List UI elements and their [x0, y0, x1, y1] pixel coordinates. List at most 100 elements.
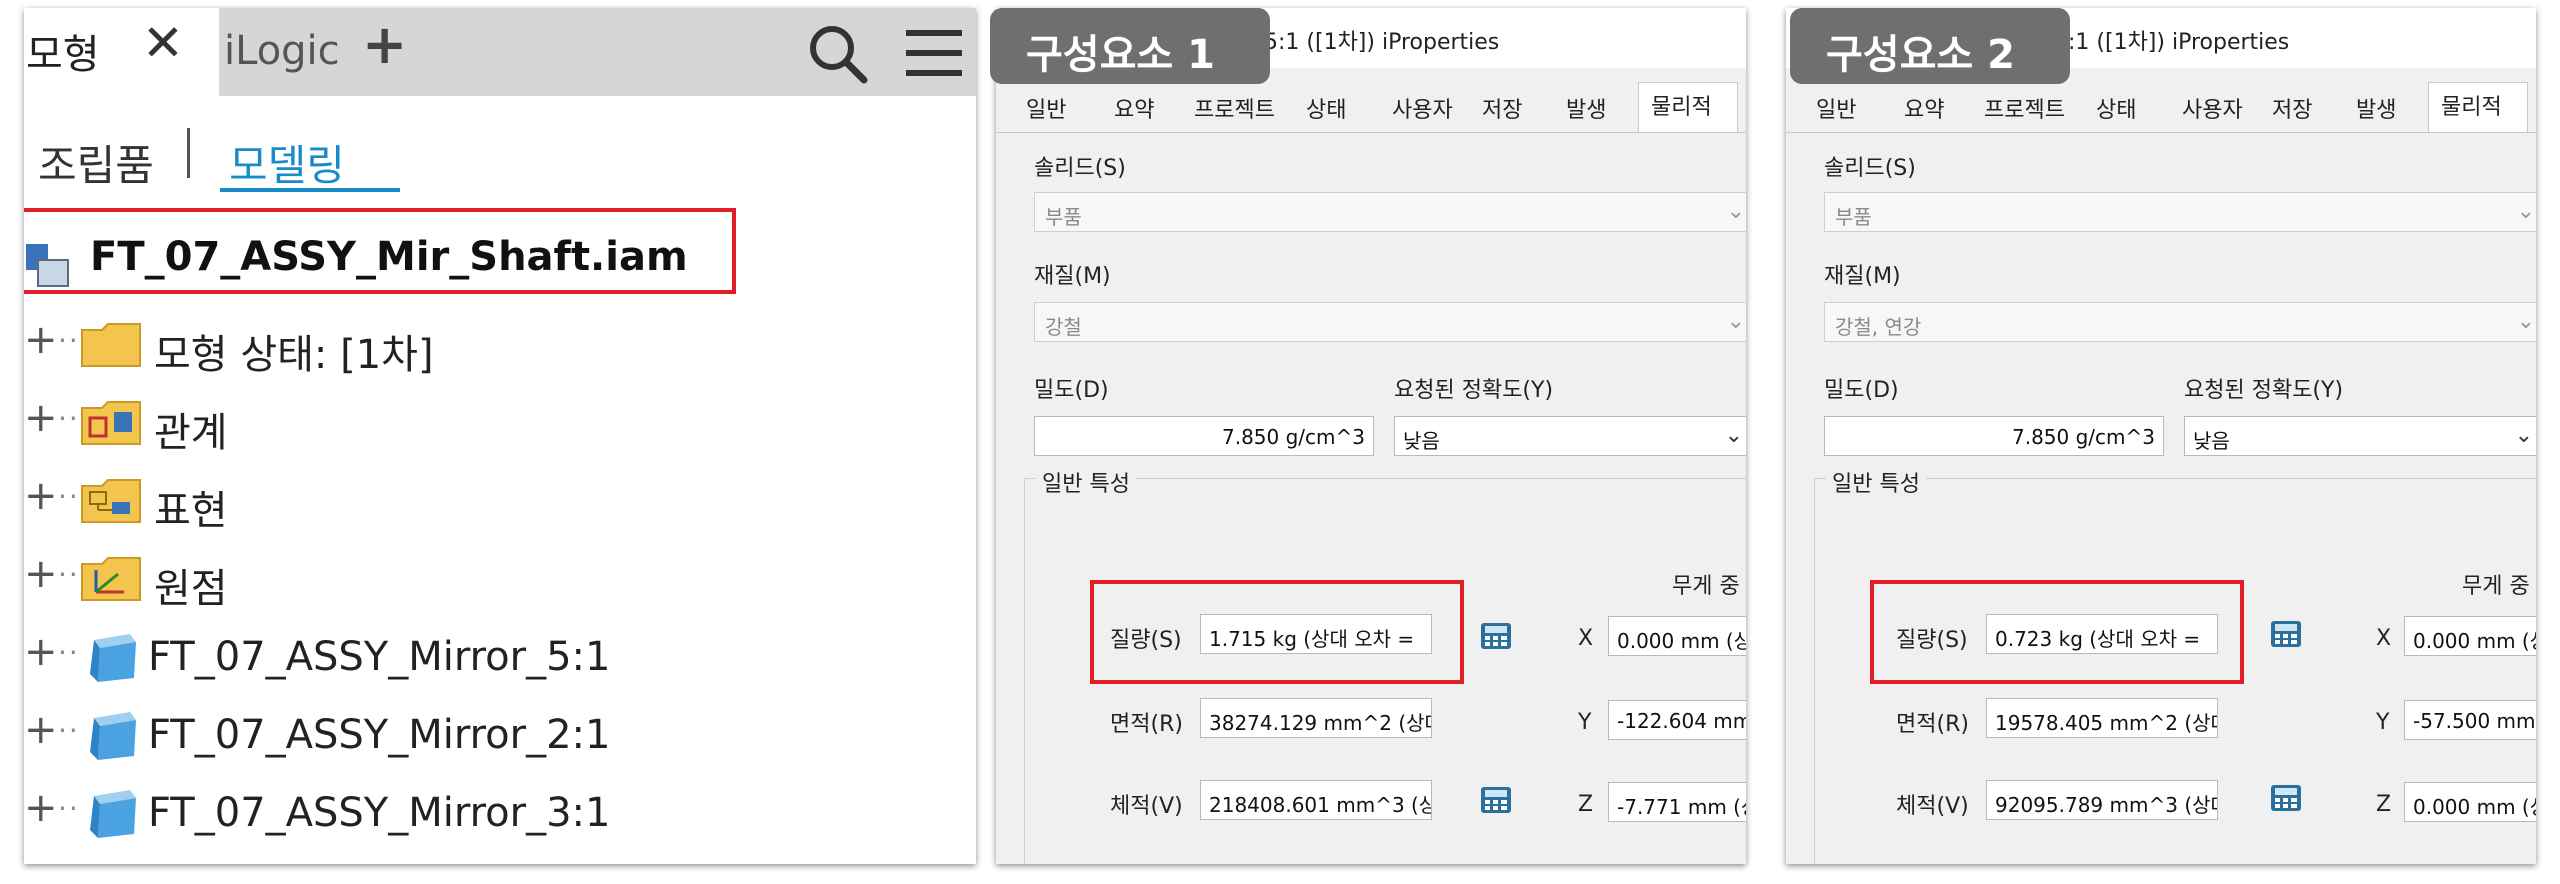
density-label: 밀도(D) — [1034, 378, 1109, 403]
expand-icon[interactable]: + — [24, 320, 58, 360]
chevron-down-icon: ⌄ — [1726, 199, 1745, 224]
search-icon[interactable] — [806, 22, 870, 86]
tree-connector: ·· — [58, 792, 80, 825]
expand-icon[interactable]: + — [24, 398, 58, 438]
volume-field[interactable]: 92095.789 mm^3 (상대 — [1986, 780, 2218, 820]
calculator-icon[interactable] — [2270, 620, 2302, 648]
tab-summary[interactable]: 요약 — [1114, 92, 1154, 132]
density-field[interactable]: 7.850 g/cm^3 — [1034, 416, 1374, 456]
chevron-down-icon: ⌄ — [2516, 309, 2535, 334]
mass-field[interactable]: 1.715 kg (상대 오차 = — [1200, 614, 1432, 654]
cog-y-field[interactable]: -57.500 mm ( — [2404, 700, 2536, 740]
tab-occurrence[interactable]: 발생 — [1566, 92, 1606, 132]
tab-general[interactable]: 일반 — [1026, 92, 1066, 132]
add-tab-icon[interactable]: + — [362, 18, 407, 72]
solid-value: 부품 — [1045, 205, 1082, 229]
expand-icon[interactable]: + — [24, 476, 58, 516]
cog-x-value: 0.000 mm (상 — [2413, 629, 2536, 653]
cog-x-field[interactable]: 0.000 mm (상 — [2404, 616, 2536, 656]
material-select[interactable]: 강철 ⌄ — [1034, 302, 1746, 342]
tab-save[interactable]: 저장 — [2272, 92, 2312, 132]
dialog-tabs: 일반 요약 프로젝트 상태 사용자 저장 발생 물리적 — [996, 82, 1746, 133]
tree-node-part[interactable]: + ·· FT_07_ASSY_Mirror_5:1 — [24, 626, 724, 690]
expand-icon[interactable]: + — [24, 554, 58, 594]
cog-x-label: X — [2376, 626, 2392, 651]
area-label: 면적(R) — [1110, 712, 1183, 737]
material-label: 재질(M) — [1034, 264, 1111, 289]
accuracy-value: 낮음 — [2193, 429, 2230, 453]
cog-z-field[interactable]: -7.771 mm (상 — [1608, 782, 1746, 822]
density-value: 7.850 g/cm^3 — [1221, 425, 1365, 449]
subtab-divider — [187, 128, 190, 178]
tree-node-relationships[interactable]: + ·· 관계 — [24, 392, 724, 456]
tab-custom[interactable]: 사용자 — [2182, 92, 2243, 132]
solid-select[interactable]: 부품 ⌄ — [1034, 192, 1746, 232]
tree-node-representations[interactable]: + ·· 표현 — [24, 470, 724, 534]
tab-project[interactable]: 프로젝트 — [1984, 92, 2065, 132]
chevron-down-icon: ⌄ — [2516, 199, 2535, 224]
cog-z-field[interactable]: 0.000 mm (상 — [2404, 782, 2536, 822]
tab-ilogic[interactable]: iLogic — [224, 28, 340, 74]
tab-status[interactable]: 상태 — [2096, 92, 2136, 132]
tab-model[interactable]: 모형 ✕ — [24, 8, 219, 96]
tab-general[interactable]: 일반 — [1816, 92, 1856, 132]
representations-folder-icon — [81, 479, 141, 523]
calculator-icon[interactable] — [2270, 784, 2302, 812]
tab-physical[interactable]: 물리적 — [1638, 82, 1738, 132]
tab-save[interactable]: 저장 — [1482, 92, 1522, 132]
cog-y-field[interactable]: -122.604 mm — [1608, 700, 1746, 740]
material-select[interactable]: 강철, 연강 ⌄ — [1824, 302, 2536, 342]
tree-node-part[interactable]: + ·· FT_07_ASSY_Mirror_2:1 — [24, 704, 724, 768]
solid-value: 부품 — [1835, 205, 1872, 229]
mass-value: 1.715 kg (상대 오차 = — [1209, 627, 1415, 651]
tree-node-label: 표현 — [154, 488, 228, 534]
tab-project[interactable]: 프로젝트 — [1194, 92, 1275, 132]
mass-label: 질량(S) — [1896, 628, 1968, 653]
chevron-down-icon: ⌄ — [1724, 423, 1743, 448]
general-properties-title: 일반 특성 — [1826, 466, 1926, 498]
tab-status[interactable]: 상태 — [1306, 92, 1346, 132]
close-icon[interactable]: ✕ — [142, 18, 184, 68]
cog-z-value: 0.000 mm (상 — [2413, 795, 2536, 819]
tab-physical[interactable]: 물리적 — [2428, 82, 2528, 132]
part-cube-icon — [90, 634, 136, 682]
solid-select[interactable]: 부품 ⌄ — [1824, 192, 2536, 232]
tab-occurrence[interactable]: 발생 — [2356, 92, 2396, 132]
subtab-active-underline — [220, 188, 400, 192]
tree-node-part[interactable]: + ·· FT_07_ASSY_Mirror_3:1 — [24, 782, 724, 846]
area-field[interactable]: 19578.405 mm^2 (상대 — [1986, 698, 2218, 738]
mass-field[interactable]: 0.723 kg (상대 오차 = — [1986, 614, 2218, 654]
accuracy-select[interactable]: 낮음 ⌄ — [1394, 416, 1746, 456]
volume-field[interactable]: 218408.601 mm^3 (상 — [1200, 780, 1432, 820]
tab-custom[interactable]: 사용자 — [1392, 92, 1453, 132]
tree-node-label: FT_07_ASSY_Mirror_2:1 — [148, 712, 611, 758]
cog-z-label: Z — [2376, 792, 2392, 817]
dialog-title: 5:1 ([1차]) iProperties — [1264, 30, 1500, 55]
expand-icon[interactable]: + — [24, 788, 58, 828]
subtab-modeling[interactable]: 모델링 — [229, 132, 345, 193]
area-field[interactable]: 38274.129 mm^2 (상대 — [1200, 698, 1432, 738]
iproperties-dialog-2: 3:1 ([1차]) iProperties 일반 요약 프로젝트 상태 사용자… — [1786, 8, 2536, 864]
expand-icon[interactable]: + — [24, 632, 58, 672]
tree-node-origin[interactable]: + ·· 원점 — [24, 548, 724, 612]
tab-summary[interactable]: 요약 — [1904, 92, 1944, 132]
calculator-icon[interactable] — [1480, 786, 1512, 814]
accuracy-label: 요청된 정확도(Y) — [2184, 378, 2344, 403]
cog-z-value: -7.771 mm (상 — [1617, 795, 1746, 819]
accuracy-select[interactable]: 낮음 ⌄ — [2184, 416, 2536, 456]
menu-icon[interactable] — [904, 26, 964, 82]
cog-z-label: Z — [1578, 792, 1594, 817]
expand-icon[interactable]: + — [24, 710, 58, 750]
root-assembly-label[interactable]: FT_07_ASSY_Mir_Shaft.iam — [90, 234, 688, 280]
accuracy-value: 낮음 — [1403, 429, 1440, 453]
density-value: 7.850 g/cm^3 — [2011, 425, 2155, 449]
density-field[interactable]: 7.850 g/cm^3 — [1824, 416, 2164, 456]
calculator-icon[interactable] — [1480, 622, 1512, 650]
assembly-icon — [26, 244, 69, 287]
cog-x-field[interactable]: 0.000 mm (상 — [1608, 616, 1746, 656]
tree-node-label: FT_07_ASSY_Mirror_3:1 — [148, 790, 611, 836]
tree-node-label: FT_07_ASSY_Mirror_5:1 — [148, 634, 611, 680]
model-browser-panel: 모형 ✕ iLogic + 조립품 모델링 FT_07_ASSY_Mir_Sha… — [24, 8, 976, 864]
subtab-assembly[interactable]: 조립품 — [38, 132, 154, 193]
tree-node-model-state[interactable]: + ·· 모형 상태: [1차] — [24, 314, 724, 378]
